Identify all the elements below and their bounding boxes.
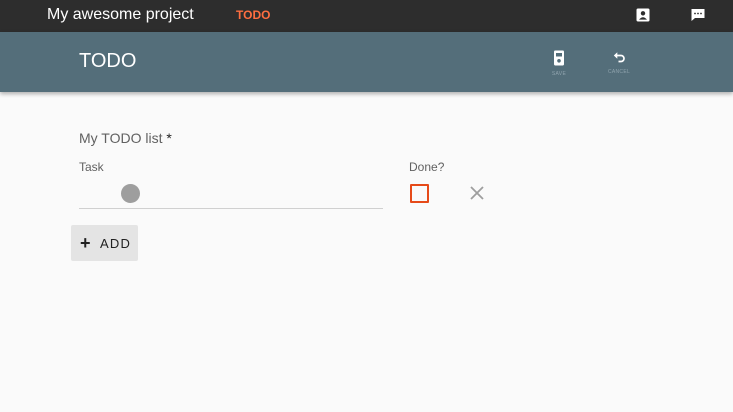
cancel-label: CANCEL xyxy=(607,69,631,75)
done-column-label: Done? xyxy=(409,160,445,174)
contacts-icon[interactable] xyxy=(635,7,651,23)
remove-row-button[interactable] xyxy=(468,184,486,202)
undo-icon xyxy=(613,52,625,63)
save-icon xyxy=(554,50,564,66)
page-title: TODO xyxy=(79,50,137,72)
cancel-button[interactable]: CANCEL xyxy=(599,50,639,75)
todo-list-label: My TODO list * xyxy=(79,130,172,146)
close-icon xyxy=(470,186,484,200)
nav-item-todo[interactable]: TODO xyxy=(236,8,270,22)
add-button-label: ADD xyxy=(100,236,132,251)
app-title: My awesome project xyxy=(47,6,194,23)
add-button[interactable]: + ADD xyxy=(71,225,138,261)
top-app-bar: My awesome project TODO xyxy=(0,0,733,32)
save-label: SAVE xyxy=(551,71,567,77)
required-mark: * xyxy=(166,130,172,146)
task-drag-handle[interactable] xyxy=(121,184,140,203)
chat-icon[interactable] xyxy=(690,7,706,23)
done-checkbox[interactable] xyxy=(410,184,429,203)
list-label-text: My TODO list xyxy=(79,130,163,146)
page-toolbar: TODO SAVE CANCEL xyxy=(0,32,733,92)
plus-icon: + xyxy=(80,233,91,253)
save-button[interactable]: SAVE xyxy=(539,50,579,77)
task-column-label: Task xyxy=(79,160,104,174)
